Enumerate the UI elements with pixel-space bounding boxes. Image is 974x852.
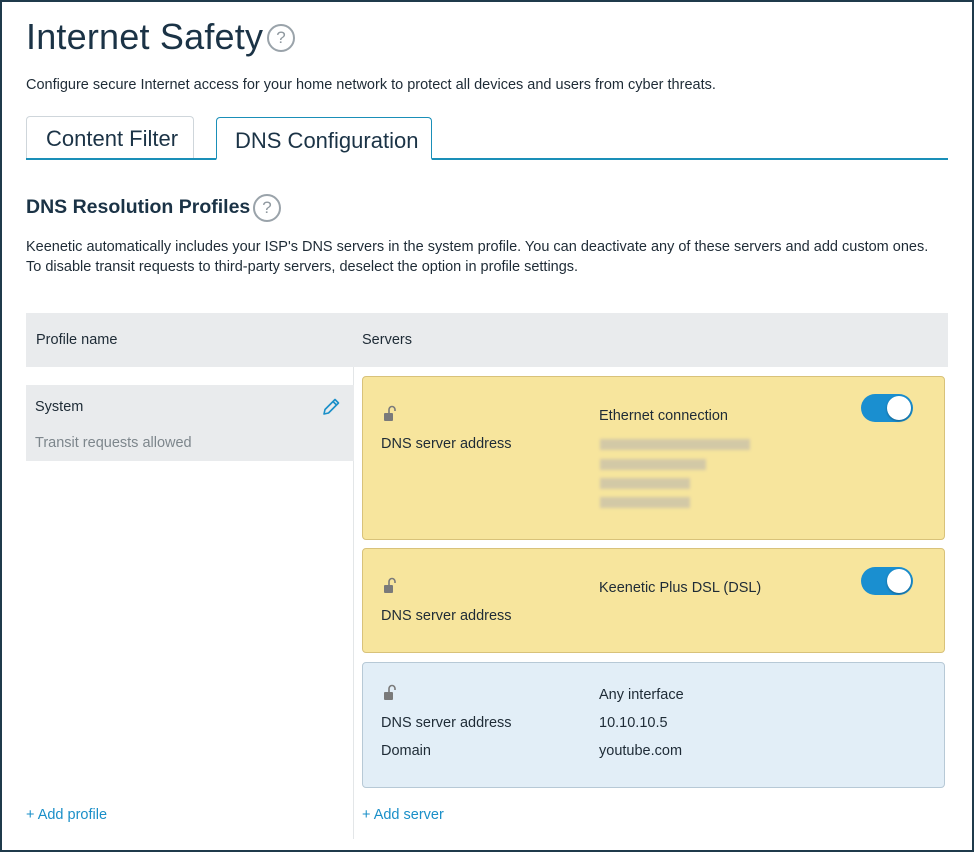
unlocked-padlock-icon xyxy=(384,577,396,593)
add-profile-link[interactable]: + Add profile xyxy=(26,807,107,823)
section-description: Keenetic automatically includes your ISP… xyxy=(26,238,946,277)
table-header: Profile name Servers xyxy=(26,313,948,367)
unlocked-padlock-icon xyxy=(384,684,396,700)
page-intro: Configure secure Internet access for you… xyxy=(26,77,716,93)
dns-server-card[interactable]: Keenetic Plus DSL (DSL) DNS server addre… xyxy=(362,548,945,653)
obscured-address xyxy=(600,459,706,470)
page-title: Internet Safety xyxy=(26,16,264,57)
tabs-underline xyxy=(26,158,948,160)
help-icon[interactable]: ? xyxy=(267,24,295,52)
toggle-knob xyxy=(887,396,911,420)
tab-dns-configuration[interactable]: DNS Configuration xyxy=(216,117,432,160)
dns-server-card[interactable]: Any interface DNS server address 10.10.1… xyxy=(362,662,945,788)
server-address-value: 10.10.10.5 xyxy=(599,715,668,731)
pencil-icon[interactable] xyxy=(320,396,342,418)
profile-row-system[interactable]: System Transit requests allowed xyxy=(26,385,354,461)
add-server-link[interactable]: + Add server xyxy=(362,807,444,823)
server-address-label: DNS server address xyxy=(381,608,512,624)
dns-server-card[interactable]: Ethernet connection DNS server address xyxy=(362,376,945,540)
description-line: Keenetic automatically includes your ISP… xyxy=(26,239,929,255)
server-interface: Any interface xyxy=(599,687,684,703)
server-address-label: DNS server address xyxy=(381,436,512,452)
server-interface: Ethernet connection xyxy=(599,408,728,424)
server-domain-value: youtube.com xyxy=(599,743,683,759)
obscured-address xyxy=(600,478,690,489)
profile-name: System xyxy=(35,399,84,415)
server-enabled-toggle[interactable] xyxy=(861,394,913,422)
unlocked-padlock-icon xyxy=(384,405,396,421)
column-header-servers: Servers xyxy=(362,332,412,348)
obscured-address xyxy=(600,439,750,450)
column-header-profile-name: Profile name xyxy=(36,332,118,348)
description-line: To disable transit requests to third-par… xyxy=(26,258,579,275)
profile-transit-status: Transit requests allowed xyxy=(35,435,192,451)
tab-content-filter[interactable]: Content Filter xyxy=(26,116,194,158)
server-domain-label: Domain xyxy=(381,743,431,759)
section-help-icon[interactable]: ? xyxy=(253,194,281,222)
server-interface: Keenetic Plus DSL (DSL) xyxy=(599,580,762,596)
server-address-label: DNS server address xyxy=(381,715,512,731)
toggle-knob xyxy=(887,569,911,593)
section-title: DNS Resolution Profiles xyxy=(26,196,251,218)
obscured-address xyxy=(600,497,690,508)
server-enabled-toggle[interactable] xyxy=(861,567,913,595)
